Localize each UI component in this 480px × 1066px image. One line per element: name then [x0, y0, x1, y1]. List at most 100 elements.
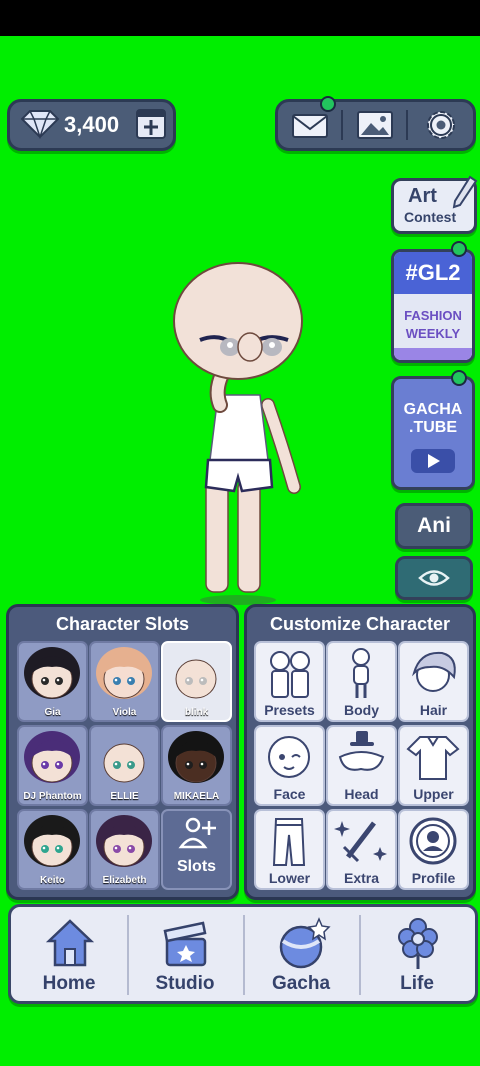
home-icon	[45, 919, 95, 967]
divider	[406, 110, 408, 140]
customize-presets[interactable]: Presets	[254, 641, 325, 722]
slot-portrait	[24, 647, 80, 699]
nav-gacha-label: Gacha	[271, 973, 331, 994]
slot-label: Gia	[44, 707, 61, 718]
slot-keito[interactable]: Keito	[17, 809, 88, 890]
customize-label: Face	[273, 786, 306, 802]
play-icon	[411, 449, 455, 473]
slot-portrait	[103, 743, 145, 783]
mail-notification-dot	[320, 96, 336, 112]
add-slots-button[interactable]: Slots	[161, 809, 232, 890]
gl2-line1: FASHION	[404, 308, 462, 323]
slot-label: MIKAELA	[173, 791, 220, 802]
customize-body[interactable]: Body	[326, 641, 397, 722]
ani-button[interactable]: Ani	[395, 503, 473, 549]
slot-portrait	[24, 815, 80, 867]
slot-elizabeth[interactable]: Elizabeth	[89, 809, 160, 890]
gacha-ball-icon	[279, 917, 331, 969]
gachatube-line2: .TUBE	[409, 419, 457, 436]
customize-label: Profile	[411, 870, 456, 886]
bottom-nav: Home Studio Gacha Life	[8, 904, 478, 1004]
gl2-fashion-weekly-button[interactable]: #GL2 FASHION WEEKLY	[391, 249, 475, 363]
slot-mikaela[interactable]: MIKAELA	[161, 725, 232, 806]
character-slots-title: Character Slots	[55, 614, 190, 634]
gl2-stripe	[394, 348, 472, 360]
art-contest-label-2: Contest	[404, 209, 457, 225]
slot-portrait	[96, 647, 152, 699]
customize-label: Head	[344, 786, 379, 802]
pencil-icon	[452, 175, 478, 209]
customize-profile[interactable]: Profile	[398, 809, 469, 890]
character-figure	[173, 262, 303, 605]
slot-label: DJ Phantom	[23, 791, 82, 802]
face-icon	[268, 736, 310, 778]
slot-portrait	[24, 731, 80, 783]
gem-amount: 3,400	[64, 112, 120, 137]
slot-label: Keito	[40, 875, 65, 886]
slot-viola[interactable]: Viola	[89, 641, 160, 722]
slot-label: blink	[184, 707, 209, 718]
customize-label: Lower	[268, 870, 311, 886]
presets-icon	[270, 651, 310, 698]
slot-portrait	[96, 815, 152, 867]
nav-home[interactable]: Home	[11, 907, 127, 1001]
sword-sparkle-icon	[334, 821, 387, 863]
nav-gacha[interactable]: Gacha	[243, 907, 359, 1001]
customize-lower[interactable]: Lower	[254, 809, 325, 890]
nav-studio[interactable]: Studio	[127, 907, 243, 1001]
status-bar	[0, 0, 480, 36]
slot-portrait	[168, 731, 224, 783]
gear-icon[interactable]	[421, 107, 461, 143]
shirt-icon	[406, 736, 460, 780]
customize-head[interactable]: Head	[326, 725, 397, 806]
customize-title: Customize Character	[269, 614, 451, 634]
customize-label: Body	[344, 702, 379, 718]
gem-counter[interactable]: 3,400	[7, 99, 176, 151]
customize-label: Presets	[264, 702, 315, 718]
slot-label: ELLIE	[110, 791, 139, 802]
body-icon	[352, 648, 370, 698]
customize-hair[interactable]: Hair	[398, 641, 469, 722]
customize-face[interactable]: Face	[254, 725, 325, 806]
customize-label: Extra	[343, 870, 380, 886]
customize-label: Hair	[419, 702, 448, 718]
gl2-line2: WEEKLY	[405, 326, 461, 341]
profile-icon	[409, 817, 457, 865]
customize-extra[interactable]: Extra	[326, 809, 397, 890]
image-icon[interactable]	[355, 107, 395, 143]
mail-icon[interactable]	[290, 107, 330, 143]
gl2-notification-dot	[451, 241, 467, 257]
customize-label: Upper	[413, 786, 454, 802]
art-contest-button[interactable]: Art Contest	[391, 175, 478, 234]
slot-label: Elizabeth	[102, 875, 147, 886]
diamond-icon	[20, 110, 60, 139]
character-slots-panel: Character Slots Gia Viola blink DJ Phant…	[6, 604, 239, 900]
customize-upper[interactable]: Upper	[398, 725, 469, 806]
slot-dj-phantom[interactable]: DJ Phantom	[17, 725, 88, 806]
nav-life-label: Life	[400, 973, 434, 994]
pants-icon	[272, 818, 306, 866]
nav-life[interactable]: Life	[359, 907, 475, 1001]
clapperboard-icon	[163, 921, 207, 967]
slot-gia[interactable]: Gia	[17, 641, 88, 722]
top-actions	[275, 96, 476, 151]
eye-icon	[418, 570, 450, 586]
nav-studio-label: Studio	[155, 973, 215, 994]
slot-ellie[interactable]: ELLIE	[89, 725, 160, 806]
toggle-ui-button[interactable]	[395, 556, 473, 600]
divider	[341, 110, 343, 140]
slot-label: Viola	[112, 707, 137, 718]
slot-portrait	[175, 659, 217, 699]
gachatube-button[interactable]: GACHA .TUBE	[391, 376, 475, 490]
add-user-icon	[178, 817, 216, 849]
add-gems-icon[interactable]	[135, 108, 167, 140]
gl2-title: #GL2	[394, 252, 472, 294]
nav-home-label: Home	[42, 973, 96, 994]
hair-icon	[412, 651, 456, 692]
slot-blink[interactable]: blink	[161, 641, 232, 722]
flower-icon	[398, 918, 438, 969]
customize-character-panel: Customize Character Presets Body Hair Fa…	[244, 604, 476, 900]
head-icon	[338, 731, 385, 771]
art-contest-label-1: Art	[408, 185, 437, 207]
gachatube-line1: GACHA	[403, 401, 463, 418]
